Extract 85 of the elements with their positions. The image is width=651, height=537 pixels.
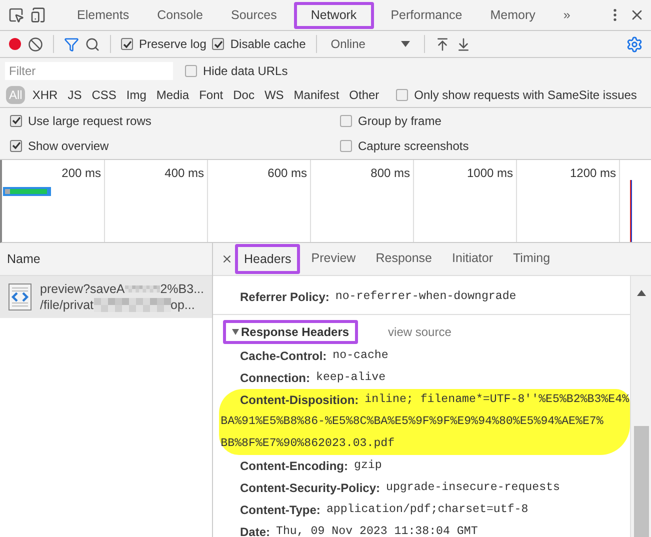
checkbox[interactable]: Preserve log — [121, 37, 206, 51]
time-tick: 1000 ms — [466, 166, 513, 180]
settings-icon[interactable] — [626, 36, 643, 52]
header-value: keep-alive — [316, 370, 386, 386]
time-tick: 600 ms — [268, 166, 307, 180]
header-value: Thu, 09 Nov 2023 11:38:04 GMT — [276, 524, 478, 537]
header-name: Content-Encoding: — [240, 458, 348, 475]
checkbox[interactable]: Group by frame — [340, 114, 641, 128]
scroll-up-icon[interactable] — [636, 290, 646, 296]
request-name: 2%B3... — [160, 282, 204, 296]
checkbox[interactable]: Hide data URLs — [185, 64, 288, 78]
header-value: gzip — [354, 458, 382, 474]
type-filter[interactable]: JS — [64, 86, 85, 104]
type-filter[interactable]: WS — [261, 86, 287, 104]
panel-tab[interactable]: Performance — [380, 2, 474, 28]
request-path: op... — [170, 298, 195, 312]
type-filter[interactable]: Img — [123, 86, 150, 104]
load-marker-drawing — [630, 180, 632, 242]
view-source-link[interactable]: view source — [382, 324, 458, 340]
checkbox[interactable]: Use large request rows — [10, 114, 340, 128]
section-toggle[interactable]: Response Headers — [223, 320, 358, 344]
type-filter[interactable]: Media — [153, 86, 192, 104]
detail-tab[interactable]: Timing — [504, 244, 560, 274]
panel-tab[interactable]: Sources — [220, 2, 288, 28]
panel-tab[interactable]: Elements — [66, 2, 140, 28]
detail-tab[interactable]: Initiator — [443, 244, 502, 274]
header-name: Content-Disposition: — [240, 392, 359, 409]
type-filter[interactable]: Other — [346, 86, 382, 104]
header-value: application/pdf;charset=utf-8 — [326, 502, 528, 518]
detail-tab[interactable]: Response — [366, 244, 442, 274]
type-filter[interactable]: CSS — [88, 86, 120, 104]
search-icon[interactable] — [85, 36, 100, 52]
check-icon — [122, 40, 132, 48]
type-filter[interactable]: Font — [196, 86, 226, 104]
scrollbar-thumb[interactable] — [634, 426, 648, 537]
close-icon[interactable] — [221, 253, 233, 265]
column-header: Name — [7, 252, 40, 266]
time-tick: 200 ms — [62, 166, 101, 180]
type-filter[interactable]: Doc — [230, 86, 258, 104]
caret-icon — [401, 41, 410, 47]
panel-tab[interactable]: Console — [146, 2, 214, 28]
header-value: inline; filename*=UTF-8''%E5%B2%B3%E4% — [364, 392, 630, 408]
type-filter[interactable]: XHR — [29, 86, 61, 104]
check-icon — [12, 141, 20, 150]
filter-field[interactable]: Filter — [5, 62, 173, 80]
detail-tab[interactable]: Preview — [302, 244, 365, 274]
more-tabs-button[interactable]: » — [552, 2, 582, 28]
time-tick: 400 ms — [164, 166, 204, 180]
header-value: upgrade-insecure-requests — [386, 480, 560, 496]
inspect-icon[interactable] — [8, 7, 24, 23]
header-name: Connection: — [240, 370, 310, 387]
request-name: preview?saveA — [40, 282, 125, 296]
panel-tab[interactable]: Network — [294, 2, 374, 28]
checkbox[interactable]: Disable cache — [212, 37, 306, 51]
type-filter[interactable]: Manifest — [290, 86, 342, 104]
header-name: Content-Security-Policy: — [240, 480, 380, 497]
document-icon — [8, 283, 32, 311]
header-name: Content-Type: — [240, 502, 320, 519]
upload-icon[interactable] — [435, 36, 450, 52]
header-name: Referrer Policy: — [240, 289, 330, 306]
header-value: no-cache — [332, 348, 388, 364]
filter-icon[interactable] — [64, 36, 79, 52]
device-icon[interactable] — [30, 7, 46, 23]
time-tick: 1200 ms — [570, 166, 616, 180]
record-icon[interactable] — [8, 37, 22, 51]
header-value: BB%8F%E7%90%862023.03.pdf — [220, 436, 396, 452]
request-bar-drawing — [3, 187, 51, 196]
header-value: no-referrer-when-downgrade — [335, 289, 516, 305]
checkbox[interactable]: Capture screenshots — [340, 138, 641, 152]
check-icon — [214, 40, 223, 48]
download-icon[interactable] — [456, 36, 472, 52]
request-row[interactable]: preview?saveA 2%B3... /file/privat op... — [0, 276, 212, 318]
throttling-dropdown[interactable]: Online — [326, 37, 414, 51]
detail-tab[interactable]: Headers — [235, 244, 300, 274]
checkbox[interactable]: Show overview — [10, 138, 340, 152]
check-icon — [12, 116, 20, 125]
header-value: BA%91%E5%B8%86-%E5%8C%BA%E5%9F%9F%E9%94%80%E5%94%AE%E7% — [220, 414, 604, 430]
caret-icon — [232, 329, 239, 335]
header-name: Date: — [240, 524, 270, 537]
clear-icon[interactable] — [28, 36, 43, 52]
time-tick: 800 ms — [370, 166, 410, 180]
request-path: /file/privat — [40, 298, 94, 312]
panel-tab[interactable]: Memory — [479, 2, 546, 28]
header-name: Cache-Control: — [240, 348, 327, 365]
checkbox[interactable]: Only show requests with SameSite issues — [396, 88, 637, 102]
